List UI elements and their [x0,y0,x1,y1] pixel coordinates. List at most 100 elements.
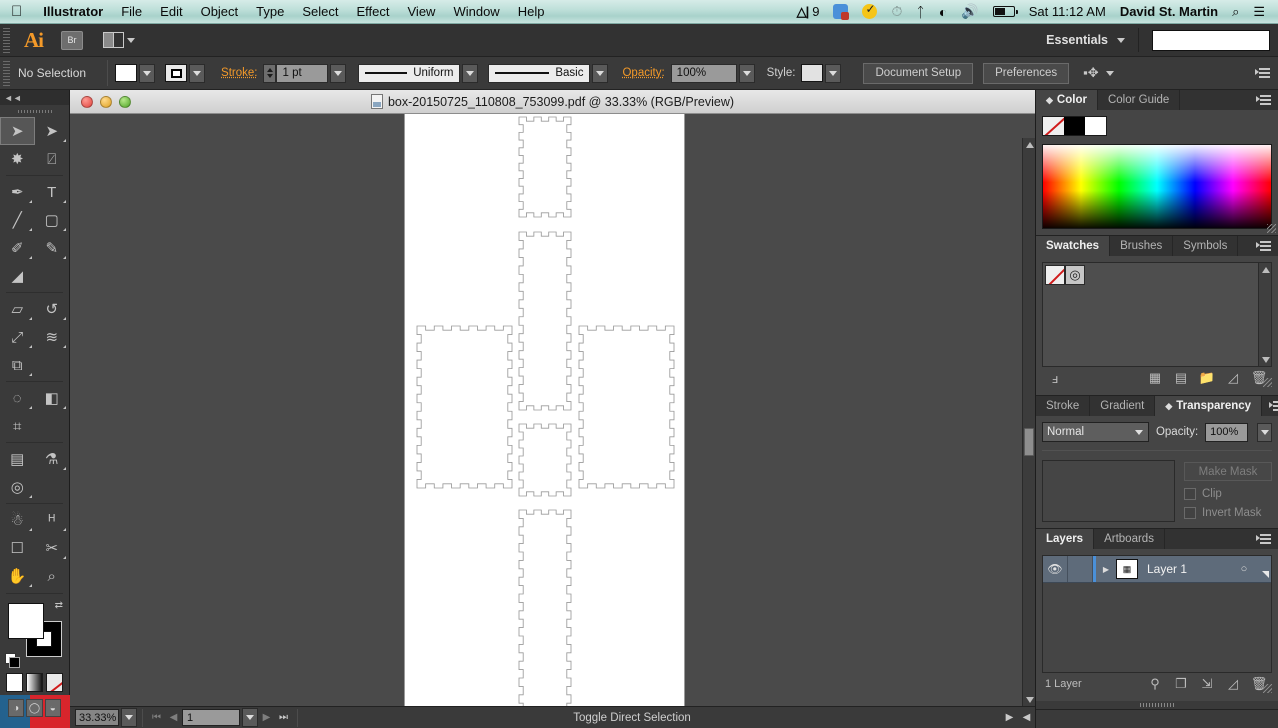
eraser-tool[interactable]: ▱ [0,295,35,323]
graphic-style-swatch[interactable] [801,64,824,82]
column-graph-tool[interactable]: ᴴ [35,506,70,534]
transparency-opacity-dropdown-button[interactable] [1257,422,1272,442]
color-mode-button[interactable] [6,673,23,692]
dieline-panel-1[interactable] [518,116,572,218]
dieline-panel-4[interactable] [578,325,675,489]
rotate-tool[interactable]: ↺ [35,295,70,323]
invert-mask-checkbox[interactable] [1184,507,1196,519]
timemachine-icon[interactable]: ⏱ [884,3,909,20]
graphic-style-dropdown-button[interactable] [825,63,842,83]
gradient-mode-button[interactable] [26,673,43,692]
free-transform-tool[interactable]: ⧉ [0,351,35,379]
menu-item-view[interactable]: View [399,4,445,19]
transparency-panel-menu-icon[interactable] [1262,396,1278,416]
rectangle-tool[interactable]: ▢ [35,206,70,234]
brush-definition-select[interactable]: Basic [488,63,591,83]
first-artboard-button[interactable]: ⏮ [148,709,165,726]
transparency-thumbnail[interactable] [1042,460,1175,522]
color-spectrum-picker[interactable] [1042,144,1272,229]
menu-item-file[interactable]: File [112,4,151,19]
draw-behind-button[interactable]: ◯ [26,699,43,717]
stroke-weight-dropdown-button[interactable] [330,63,347,83]
perspective-grid-tool[interactable]: ◧ [35,384,70,412]
dieline-panel-2[interactable] [518,231,572,411]
swap-fill-stroke-icon[interactable]: ⇄ [55,600,63,611]
type-tool[interactable]: T [35,178,70,206]
menu-item-select[interactable]: Select [293,4,347,19]
canvas-vertical-scrollbar[interactable] [1022,138,1035,706]
checkmark-icon[interactable] [855,2,884,19]
notification-center-icon[interactable]: ☰ [1246,4,1272,20]
stroke-profile-dropdown-button[interactable] [462,63,479,83]
search-input[interactable] [1152,29,1270,51]
artboard-tool[interactable]: ☐ [0,534,35,562]
draw-normal-button[interactable]: ◑ [8,699,25,717]
create-new-sublayer-icon[interactable]: ⇲ [1194,676,1220,692]
next-artboard-button[interactable]: ▶ [258,709,275,726]
artboard-number-input[interactable]: 1 [182,709,240,726]
clip-checkbox[interactable] [1184,488,1196,500]
bluetooth-icon[interactable]: ᛏ [909,4,931,20]
direct-selection-tool[interactable]: ➤ [35,117,70,145]
blend-tool[interactable]: ◎ [0,473,35,501]
layers-panel-menu-icon[interactable] [1249,529,1278,549]
workspace-label[interactable]: Essentials [1046,33,1108,47]
stroke-profile-select[interactable]: Uniform [358,63,461,83]
volume-icon[interactable]: 🔊 [954,3,985,20]
clip-checkbox-row[interactable]: Clip [1184,488,1272,500]
artboard[interactable]: Cut Width: 0.0000mm Material Thickness: … [405,114,684,706]
box-dieline-artwork[interactable] [405,114,684,706]
menu-item-help[interactable]: Help [509,4,554,19]
opacity-input[interactable]: 100% [670,63,737,83]
document-setup-button[interactable]: Document Setup [863,62,974,84]
dieline-panel-3[interactable] [416,325,513,489]
dieline-panel-6[interactable] [518,509,572,706]
status-menu-button[interactable]: ▶ [1001,709,1018,726]
new-swatch-icon[interactable]: ◿ [1220,370,1246,386]
fill-dropdown-button[interactable] [139,63,156,83]
tools-drag-grip[interactable] [0,105,69,117]
clock-label[interactable]: Sat 11:12 AM [1022,4,1113,19]
locate-object-icon[interactable]: ⚲ [1142,676,1168,692]
artboard-dropdown-button[interactable] [242,708,258,727]
bridge-button[interactable]: Br [61,30,83,50]
none-mode-button[interactable] [46,673,63,692]
new-color-group-icon[interactable]: 📁 [1194,370,1220,386]
control-panel-menu-icon[interactable] [1255,67,1270,79]
tools-collapse-button[interactable]: ◄◄ [0,90,69,105]
tab-brushes[interactable]: Brushes [1110,236,1174,256]
create-new-layer-icon[interactable]: ◿ [1220,676,1246,692]
tab-stroke[interactable]: Stroke [1036,396,1091,416]
last-artboard-button[interactable]: ⏭ [275,709,292,726]
battery-icon[interactable] [986,6,1022,17]
tab-swatches[interactable]: Swatches [1036,236,1111,256]
mesh-tool[interactable]: ⌗ [0,412,35,440]
selection-tool[interactable]: ➤ [0,117,35,145]
color-panel-menu-icon[interactable] [1249,90,1278,110]
line-segment-tool[interactable]: ╱ [0,206,35,234]
blob-brush-tool[interactable]: ◢ [0,262,35,290]
pen-tool[interactable]: ✒ [0,178,35,206]
swatches-panel-menu-icon[interactable] [1249,236,1278,256]
default-fill-stroke-icon[interactable] [5,653,20,668]
stroke-weight-stepper[interactable] [263,63,277,83]
width-tool[interactable]: ≋ [35,323,70,351]
select-similar-objects-button[interactable]: ▪✥ [1083,65,1114,81]
opacity-label[interactable]: Opacity: [622,67,664,79]
spotlight-search-icon[interactable]: ⌕ [1225,4,1246,20]
tab-color[interactable]: ◆ Color [1036,90,1098,110]
app-badge-icon[interactable] [826,4,855,20]
slice-tool[interactable]: ✂ [35,534,70,562]
magic-wand-tool[interactable]: ✸ [0,145,35,173]
swatch-none[interactable] [1043,117,1064,135]
shape-builder-tool[interactable]: ◌ [0,384,35,412]
layer-row[interactable]: 👁 ▶ ▦ Layer 1 ○ [1043,556,1271,583]
paintbrush-tool[interactable]: ✐ [0,234,35,262]
preferences-button[interactable]: Preferences [983,62,1070,84]
fill-color-swatch[interactable] [115,64,138,82]
dock-bottom-grip[interactable] [1036,701,1278,709]
tab-layers[interactable]: Layers [1036,529,1095,549]
menu-item-effect[interactable]: Effect [347,4,398,19]
tab-color-guide[interactable]: Color Guide [1097,90,1181,110]
menu-item-type[interactable]: Type [247,4,293,19]
